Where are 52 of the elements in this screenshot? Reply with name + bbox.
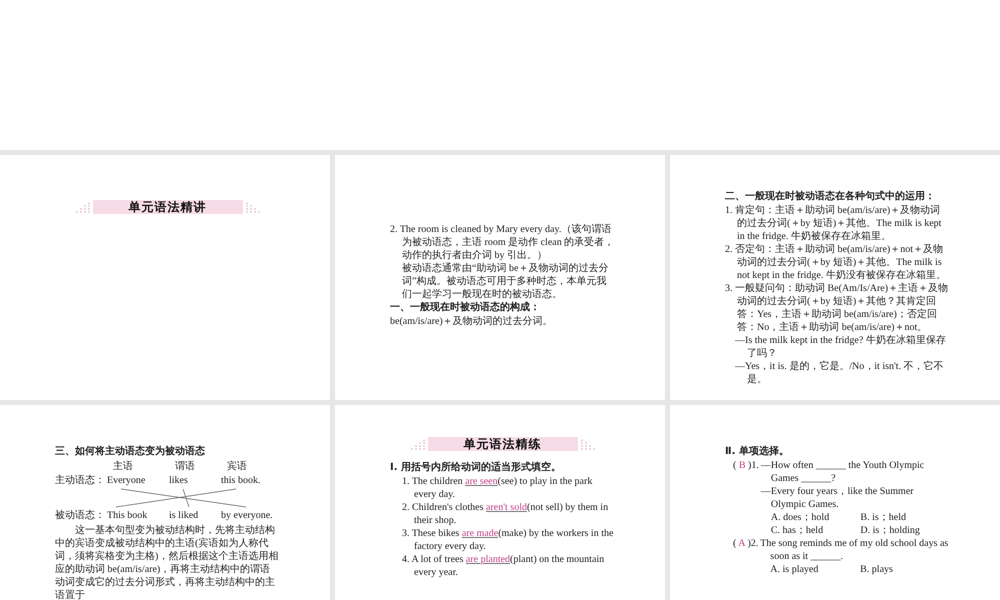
answer-option: B. plays	[860, 563, 950, 576]
section-heading: Ⅱ. 单项选择。	[725, 445, 790, 458]
question-line: —How often ______ the Youth Olympic Games ______?	[760, 459, 926, 485]
section-heading: Ⅰ. 用括号内所给动词的适当形式填空。	[390, 461, 562, 474]
dot-pattern-icon	[410, 439, 426, 451]
slide-thumbnail[interactable]	[335, 405, 665, 600]
numbered-item: 3. 一般疑问句：助动词 Be(Am/Is/Are)＋主语＋及物动词的过去分词(＋by 短语)＋其他？其肯定回答：Yes，主语＋助动词 be(am/is/are)；否定回答：No，主语＋助动词 be(am/is/are)＋not。	[725, 282, 950, 334]
question-line: —Every four years，like the Summer Olympic Games.	[760, 485, 915, 511]
paragraph: 这一基本句型变为被动结构时，先将主动结构中的宾语变成被动结构中的主语(宾语如为人称代词，须将宾格变为主格)，然后根据这个主语选用相应的助动词 be(am/is/are)，再将主动结构中的谓语动词变成它的过去分词形式，再将主动结构中的主语置于	[55, 524, 280, 600]
sentence-part: Everyone	[107, 474, 146, 487]
section-heading: 一、一般现在时被动语态的构成：	[390, 301, 541, 314]
formula-text: be(am/is/are)＋及物动词的过去分词。	[390, 315, 554, 328]
answer-option: C. has；held	[770, 524, 860, 537]
section-banner: 单元语法精练	[428, 437, 578, 451]
dialogue-line: —Yes，it is. 是的，它是。/No，it isn't. 不，它不是。	[734, 360, 945, 386]
answer-option: D. is；holding	[860, 524, 950, 537]
sentence-part: by everyone.	[221, 509, 274, 522]
answer-mark: ( B )1.	[732, 459, 760, 473]
paragraph: 被动语态通常由“助动词 be＋及物动词的过去分词”构成。被动语态可用于多种时态，本单元我们一起学习一般现在时的被动语态。	[401, 262, 610, 301]
sentence-part: this book.	[221, 474, 262, 487]
exercise-sentence: 2. Children's clothes aren't sold(not sell) by them in their shop.	[401, 501, 610, 527]
slide-thumbnail[interactable]	[670, 405, 1000, 600]
exercise-sentence: 1. The children are seen(see) to play in the park every day.	[401, 475, 594, 501]
slide-thumbnail[interactable]	[0, 405, 330, 600]
answer-mark: ( A )2.	[732, 537, 760, 551]
numbered-item: 2. The room is cleaned by Mary every day.（该句谓语为被动语态，主语 room 是动作 clean 的承受者，动作的执行者由介词 by 引出。）	[390, 223, 615, 262]
role-label: 谓语	[174, 460, 196, 473]
question-line: The song reminds me of my old school days as soon as it ______.	[760, 537, 950, 563]
section-banner: 单元语法精讲	[92, 200, 242, 214]
numbered-item: 1. 肯定句：主语＋助动词 be(am/is/are)＋及物动词的过去分词(＋by 短语)＋其他。The milk is kept in the fridge. 牛奶被保存在冰箱里。	[725, 204, 942, 243]
slide-thumbnail[interactable]: 单元语法精讲	[0, 155, 330, 400]
answer-option: A. is played	[770, 563, 860, 576]
role-label: 主语	[112, 460, 134, 473]
sentence-part: likes	[169, 474, 189, 487]
answer-option: B. is；held	[860, 511, 950, 524]
section-heading: 三、如何将主动语态变为被动语态	[55, 445, 206, 458]
voice-label: 主动语态：	[55, 474, 106, 487]
role-label: 宾语	[226, 460, 248, 473]
answer-option: A. does；hold	[770, 511, 860, 524]
dot-pattern-icon	[580, 439, 596, 451]
section-heading: 二、一般现在时被动语态在各种句式中的运用：	[725, 190, 936, 203]
dot-pattern-icon	[244, 202, 260, 214]
exercise-sentence: 4. A lot of trees are planted(plant) on the mountain every year.	[401, 553, 606, 579]
sentence-part: is liked	[169, 509, 200, 522]
numbered-item: 2. 否定句：主语＋助动词 be(am/is/are)＋not＋及物动词的过去分词(＋by 短语)＋其他。The milk is not kept in the fridge. 牛奶没有被保存在冰箱里。	[725, 243, 947, 282]
slide-thumbnail[interactable]	[670, 155, 1000, 400]
dot-pattern-icon	[74, 202, 90, 214]
voice-label: 被动语态：	[55, 509, 106, 522]
sentence-part: This book	[107, 509, 148, 522]
exercise-sentence: 3. These bikes are made(make) by the workers in the factory every day.	[401, 527, 614, 553]
slide-thumbnail[interactable]: 2. The room is cleaned by Mary every day.（该句谓语为被动语态，主语 room 是动作 clean 的承受者，动作的执行者由介词 by 引出。） 被动语态通常由“助动词 be＋及物动词的过去分词”构成。被动语态可用于多种时态，本单元我们一起学习一般现在时的被动语态。 一、一般现在时被动语态的构成： be(am/is/are)＋及物动词的过去分词。	[335, 155, 665, 400]
dialogue-line: —Is the milk kept in the fridge? 牛奶在冰箱里保存了吗？	[734, 334, 947, 360]
